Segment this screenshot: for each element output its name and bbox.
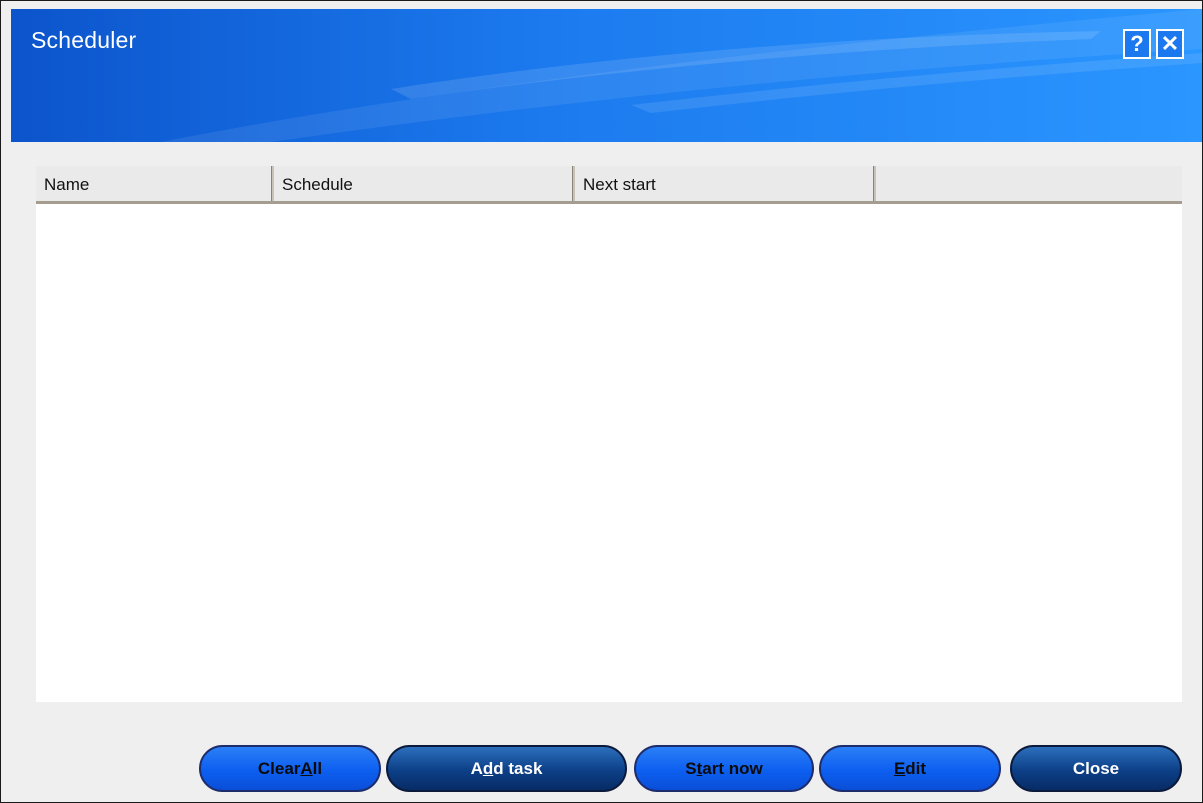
close-button[interactable]: Close	[1010, 745, 1182, 792]
task-list[interactable]: Name Schedule Next start	[36, 166, 1182, 702]
title-bar: Scheduler ? ✕	[11, 9, 1202, 142]
close-window-button[interactable]: ✕	[1156, 29, 1184, 59]
close-icon: ✕	[1160, 31, 1180, 56]
edit-mnemonic: E	[893, 758, 906, 778]
help-button[interactable]: ?	[1123, 29, 1151, 59]
scheduler-window: Scheduler ? ✕ Name Schedule Next start C…	[0, 0, 1203, 803]
add-task-label-prefix: A	[470, 758, 483, 778]
start-now-label-prefix: S	[685, 758, 697, 778]
start-now-label-suffix: art now	[702, 758, 763, 778]
clear-all-mnemonic: A	[300, 758, 313, 778]
start-now-button[interactable]: St art now	[634, 745, 814, 792]
close-button-label: Close	[1072, 758, 1120, 778]
edit-label-suffix: dit	[905, 758, 927, 778]
edit-button[interactable]: Edit	[819, 745, 1001, 792]
title-bar-decoration	[161, 9, 1202, 142]
task-list-header: Name Schedule Next start	[36, 166, 1182, 204]
column-header-name[interactable]: Name	[36, 166, 274, 201]
help-icon: ?	[1130, 31, 1144, 56]
column-header-empty	[876, 166, 1182, 201]
column-header-next-start[interactable]: Next start	[575, 166, 876, 201]
add-task-mnemonic: d	[482, 758, 494, 778]
clear-all-label-suffix: ll	[312, 758, 323, 778]
clear-all-button[interactable]: Clear All	[199, 745, 381, 792]
column-header-schedule[interactable]: Schedule	[274, 166, 575, 201]
add-task-button[interactable]: Add task	[386, 745, 627, 792]
add-task-label-suffix: d task	[493, 758, 543, 778]
window-title: Scheduler	[31, 27, 137, 53]
clear-all-label-prefix: Clear	[257, 758, 301, 778]
